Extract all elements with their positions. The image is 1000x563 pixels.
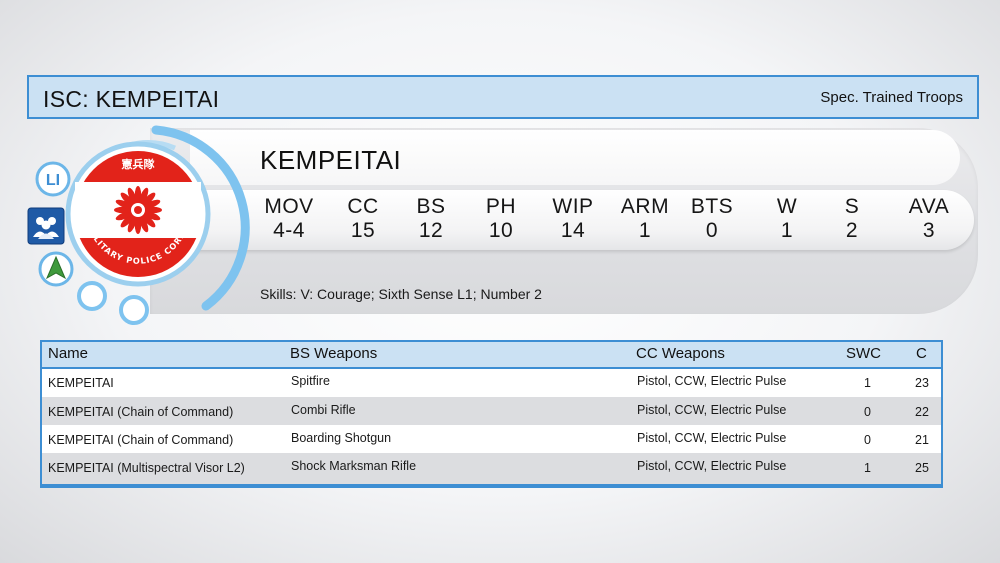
col-header-name: Name [48,345,89,362]
skills-line: Skills: V: Courage; Sixth Sense L1; Numb… [260,286,542,302]
li-badge-label: LI [46,172,60,189]
stat-label: MOV [264,195,314,218]
stat-value: 0 [705,219,719,242]
table-row[interactable]: KEMPEITAI (Chain of Command) Boarding Sh… [42,425,941,453]
cell-name: KEMPEITAI (Chain of Command) [48,433,234,447]
stat-value: 10 [488,219,514,242]
stat-value: 12 [418,219,444,242]
unit-type-label: Spec. Trained Troops [820,89,963,106]
stat-value: 2 [845,219,859,242]
table-row[interactable]: KEMPEITAI (Chain of Command) Combi Rifle… [42,397,941,425]
table-row[interactable]: KEMPEITAI (Multispectral Visor L2) Shock… [42,453,941,484]
stat-value: 3 [922,219,936,242]
cell-cost: 21 [915,433,929,447]
cell-bs-weapons: Spitfire [291,374,330,388]
stat-ph: PH 10 [466,196,536,244]
fireteam-icon [27,207,65,245]
stat-label: AVA [908,195,950,218]
forward-deploy-icon [37,250,75,288]
stat-label: PH [485,195,517,218]
stat-label: BTS [690,195,734,218]
emblem-bubble-right [119,295,149,325]
stat-cc: CC 15 [328,196,398,244]
stat-w: W 1 [752,196,822,244]
cell-swc: 1 [864,376,871,390]
stat-s: S 2 [817,196,887,244]
cell-swc: 1 [864,461,871,475]
cell-cc-weapons: Pistol, CCW, Electric Pulse [637,431,787,445]
col-header-bs-weapons: BS Weapons [290,345,378,362]
cell-cost: 25 [915,461,929,475]
stat-label: CC [347,195,379,218]
cell-bs-weapons: Shock Marksman Rifle [291,459,417,473]
cell-cc-weapons: Pistol, CCW, Electric Pulse [637,459,787,473]
cell-cost: 23 [915,376,929,390]
li-badge-icon: LI [34,160,72,198]
stat-value: 4-4 [273,219,305,242]
col-header-cost: C [916,345,927,362]
stat-bts: BTS 0 [677,196,747,244]
table-border-right [941,369,943,486]
col-header-swc: SWC [846,345,881,362]
stat-label: S [844,195,860,218]
stat-value: 15 [350,219,376,242]
cell-name: KEMPEITAI [48,376,114,390]
table-row[interactable]: KEMPEITAI Spitfire Pistol, CCW, Electric… [42,369,941,397]
stat-mov: MOV 4-4 [254,196,324,244]
stat-value: 14 [560,219,586,242]
stat-label: BS [416,195,446,218]
unit-header-bar: ISC: KEMPEITAI Spec. Trained Troops [27,75,979,119]
stat-value: 1 [638,219,652,242]
unit-name: KEMPEITAI [260,145,402,175]
cell-bs-weapons: Boarding Shotgun [291,431,392,445]
stat-label: WIP [552,195,594,218]
stat-arm: ARM 1 [610,196,680,244]
stat-label: ARM [620,195,670,218]
stat-bs: BS 12 [396,196,466,244]
cell-cc-weapons: Pistol, CCW, Electric Pulse [637,374,787,388]
emblem-kanji: 憲兵隊 [121,157,156,171]
cell-swc: 0 [864,405,871,419]
chrysanthemum-core [134,206,142,214]
stat-ava: AVA 3 [894,196,964,244]
cell-cost: 22 [915,405,929,419]
col-header-cc-weapons: CC Weapons [636,345,725,362]
stat-value: 1 [780,219,794,242]
emblem-bubble-left [77,281,107,311]
table-border-bottom [40,484,943,488]
cell-cc-weapons: Pistol, CCW, Electric Pulse [637,403,787,417]
stat-wip: WIP 14 [538,196,608,244]
cell-name: KEMPEITAI (Multispectral Visor L2) [48,461,245,475]
cell-name: KEMPEITAI (Chain of Command) [48,405,234,419]
cell-bs-weapons: Combi Rifle [291,403,356,417]
cell-swc: 0 [864,433,871,447]
table-header-row [40,340,943,369]
stat-label: W [776,195,798,218]
unit-isc-title: ISC: KEMPEITAI [43,86,220,112]
